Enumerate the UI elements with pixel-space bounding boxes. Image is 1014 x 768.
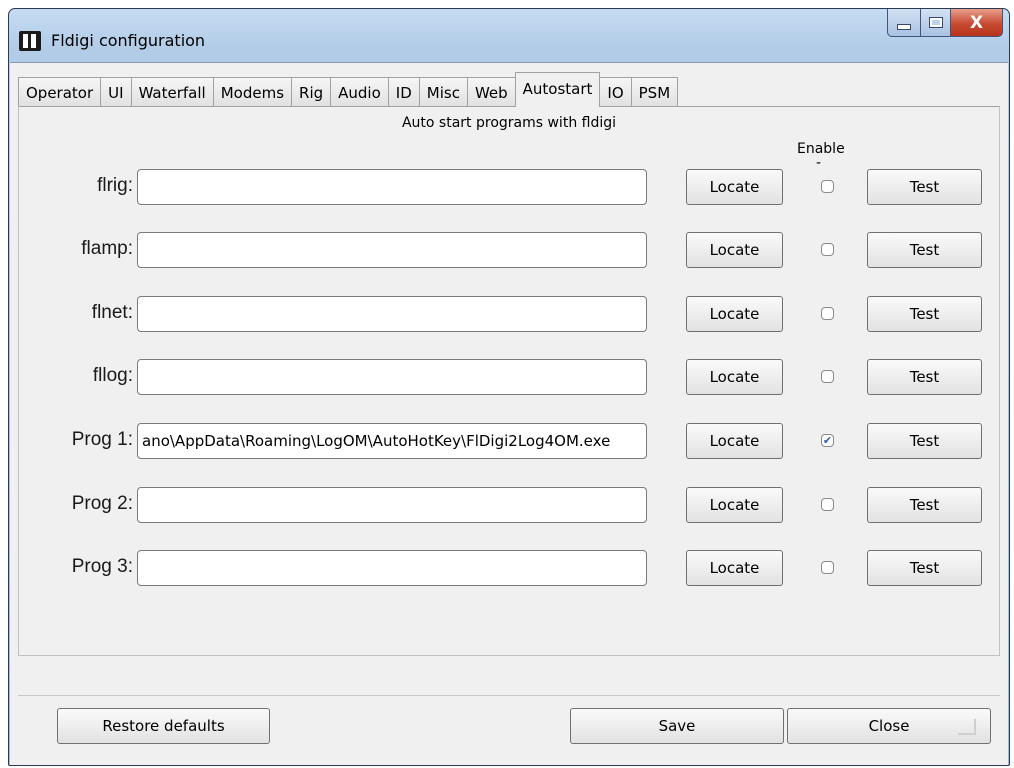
tab-id[interactable]: ID <box>387 77 420 107</box>
program-row-fllog: fllog: Locate Test <box>19 359 999 397</box>
caption-buttons: X <box>887 9 1003 37</box>
fllog-locate-button[interactable]: Locate <box>686 359 783 395</box>
flamp-label: flamp: <box>81 238 133 259</box>
close-button[interactable]: Close <box>787 708 991 744</box>
program-row-flrig: flrig: Locate Test <box>19 169 999 207</box>
flnet-enable-checkbox[interactable] <box>821 307 834 320</box>
tab-waterfall[interactable]: Waterfall <box>130 77 214 107</box>
flrig-locate-button[interactable]: Locate <box>686 169 783 205</box>
tab-modems[interactable]: Modems <box>212 77 293 107</box>
autostart-panel: Auto start programs with fldigi Enable -… <box>18 106 1000 656</box>
flrig-label: flrig: <box>97 175 133 196</box>
prog-1-locate-button[interactable]: Locate <box>686 423 783 459</box>
program-row-prog-1: Prog 1: Locate ✔ Test <box>19 423 999 461</box>
footer-divider <box>18 695 1000 696</box>
panel-heading: Auto start programs with fldigi <box>401 115 617 131</box>
fllog-path-input[interactable] <box>137 359 647 395</box>
save-button[interactable]: Save <box>570 708 784 744</box>
prog-3-test-button[interactable]: Test <box>867 550 982 586</box>
dialog-client-area: Operator UI Waterfall Modems Rig Audio ID Misc W… <box>10 62 1008 765</box>
checkmark-icon: ✔ <box>822 434 833 447</box>
fllog-label: fllog: <box>92 365 133 386</box>
prog-1-path-input[interactable] <box>137 423 647 459</box>
prog-2-test-button[interactable]: Test <box>867 487 982 523</box>
flnet-path-input[interactable] <box>137 296 647 332</box>
prog-1-enable-checkbox[interactable]: ✔ <box>821 434 834 447</box>
prog-3-enable-checkbox[interactable] <box>821 561 834 574</box>
flrig-path-input[interactable] <box>137 169 647 205</box>
minimize-icon <box>897 23 911 30</box>
close-window-button[interactable]: X <box>951 9 1003 37</box>
fllog-test-button[interactable]: Test <box>867 359 982 395</box>
flnet-test-button[interactable]: Test <box>867 296 982 332</box>
flrig-enable-checkbox[interactable] <box>821 180 834 193</box>
flrig-test-button[interactable]: Test <box>867 169 982 205</box>
tab-rig[interactable]: Rig <box>291 77 332 107</box>
prog-3-path-input[interactable] <box>137 550 647 586</box>
title-bar[interactable]: Fldigi configuration X <box>9 9 1009 53</box>
fllog-enable-checkbox[interactable] <box>821 370 834 383</box>
minimize-button[interactable] <box>887 9 921 37</box>
prog-2-label: Prog 2: <box>71 493 133 514</box>
tab-web[interactable]: Web <box>466 77 516 107</box>
prog-2-enable-checkbox[interactable] <box>821 498 834 511</box>
tab-psm[interactable]: PSM <box>630 77 679 107</box>
tab-misc[interactable]: Misc <box>418 77 468 107</box>
window-title: Fldigi configuration <box>51 31 206 50</box>
flamp-enable-checkbox[interactable] <box>821 243 834 256</box>
prog-1-label: Prog 1: <box>71 429 133 450</box>
prog-2-locate-button[interactable]: Locate <box>686 487 783 523</box>
config-window: Fldigi configuration X Operator UI Waterfa… <box>8 8 1010 766</box>
program-row-flnet: flnet: Locate Test <box>19 296 999 334</box>
program-row-prog-3: Prog 3: Locate Test <box>19 550 999 588</box>
tab-audio[interactable]: Audio <box>330 77 389 107</box>
tab-io[interactable]: IO <box>599 77 632 107</box>
maximize-button[interactable] <box>921 9 951 37</box>
tab-bar: Operator UI Waterfall Modems Rig Audio ID Misc W… <box>18 72 679 107</box>
flamp-locate-button[interactable]: Locate <box>686 232 783 268</box>
close-button-label: Close <box>868 717 910 735</box>
flnet-locate-button[interactable]: Locate <box>686 296 783 332</box>
program-row-prog-2: Prog 2: Locate Test <box>19 487 999 525</box>
program-row-flamp: flamp: Locate Test <box>19 232 999 270</box>
flamp-path-input[interactable] <box>137 232 647 268</box>
prog-3-label: Prog 3: <box>71 556 133 577</box>
tab-ui[interactable]: UI <box>100 77 132 107</box>
tab-autostart[interactable]: Autostart <box>514 72 601 107</box>
maximize-icon <box>928 17 943 28</box>
tab-operator[interactable]: Operator <box>18 77 102 107</box>
flnet-label: flnet: <box>91 302 133 323</box>
prog-2-path-input[interactable] <box>137 487 647 523</box>
close-icon: X <box>969 12 984 33</box>
restore-defaults-button[interactable]: Restore defaults <box>57 708 270 744</box>
resize-grip-icon[interactable] <box>958 719 976 735</box>
fldigi-app-icon <box>19 31 41 51</box>
flamp-test-button[interactable]: Test <box>867 232 982 268</box>
prog-3-locate-button[interactable]: Locate <box>686 550 783 586</box>
prog-1-test-button[interactable]: Test <box>867 423 982 459</box>
